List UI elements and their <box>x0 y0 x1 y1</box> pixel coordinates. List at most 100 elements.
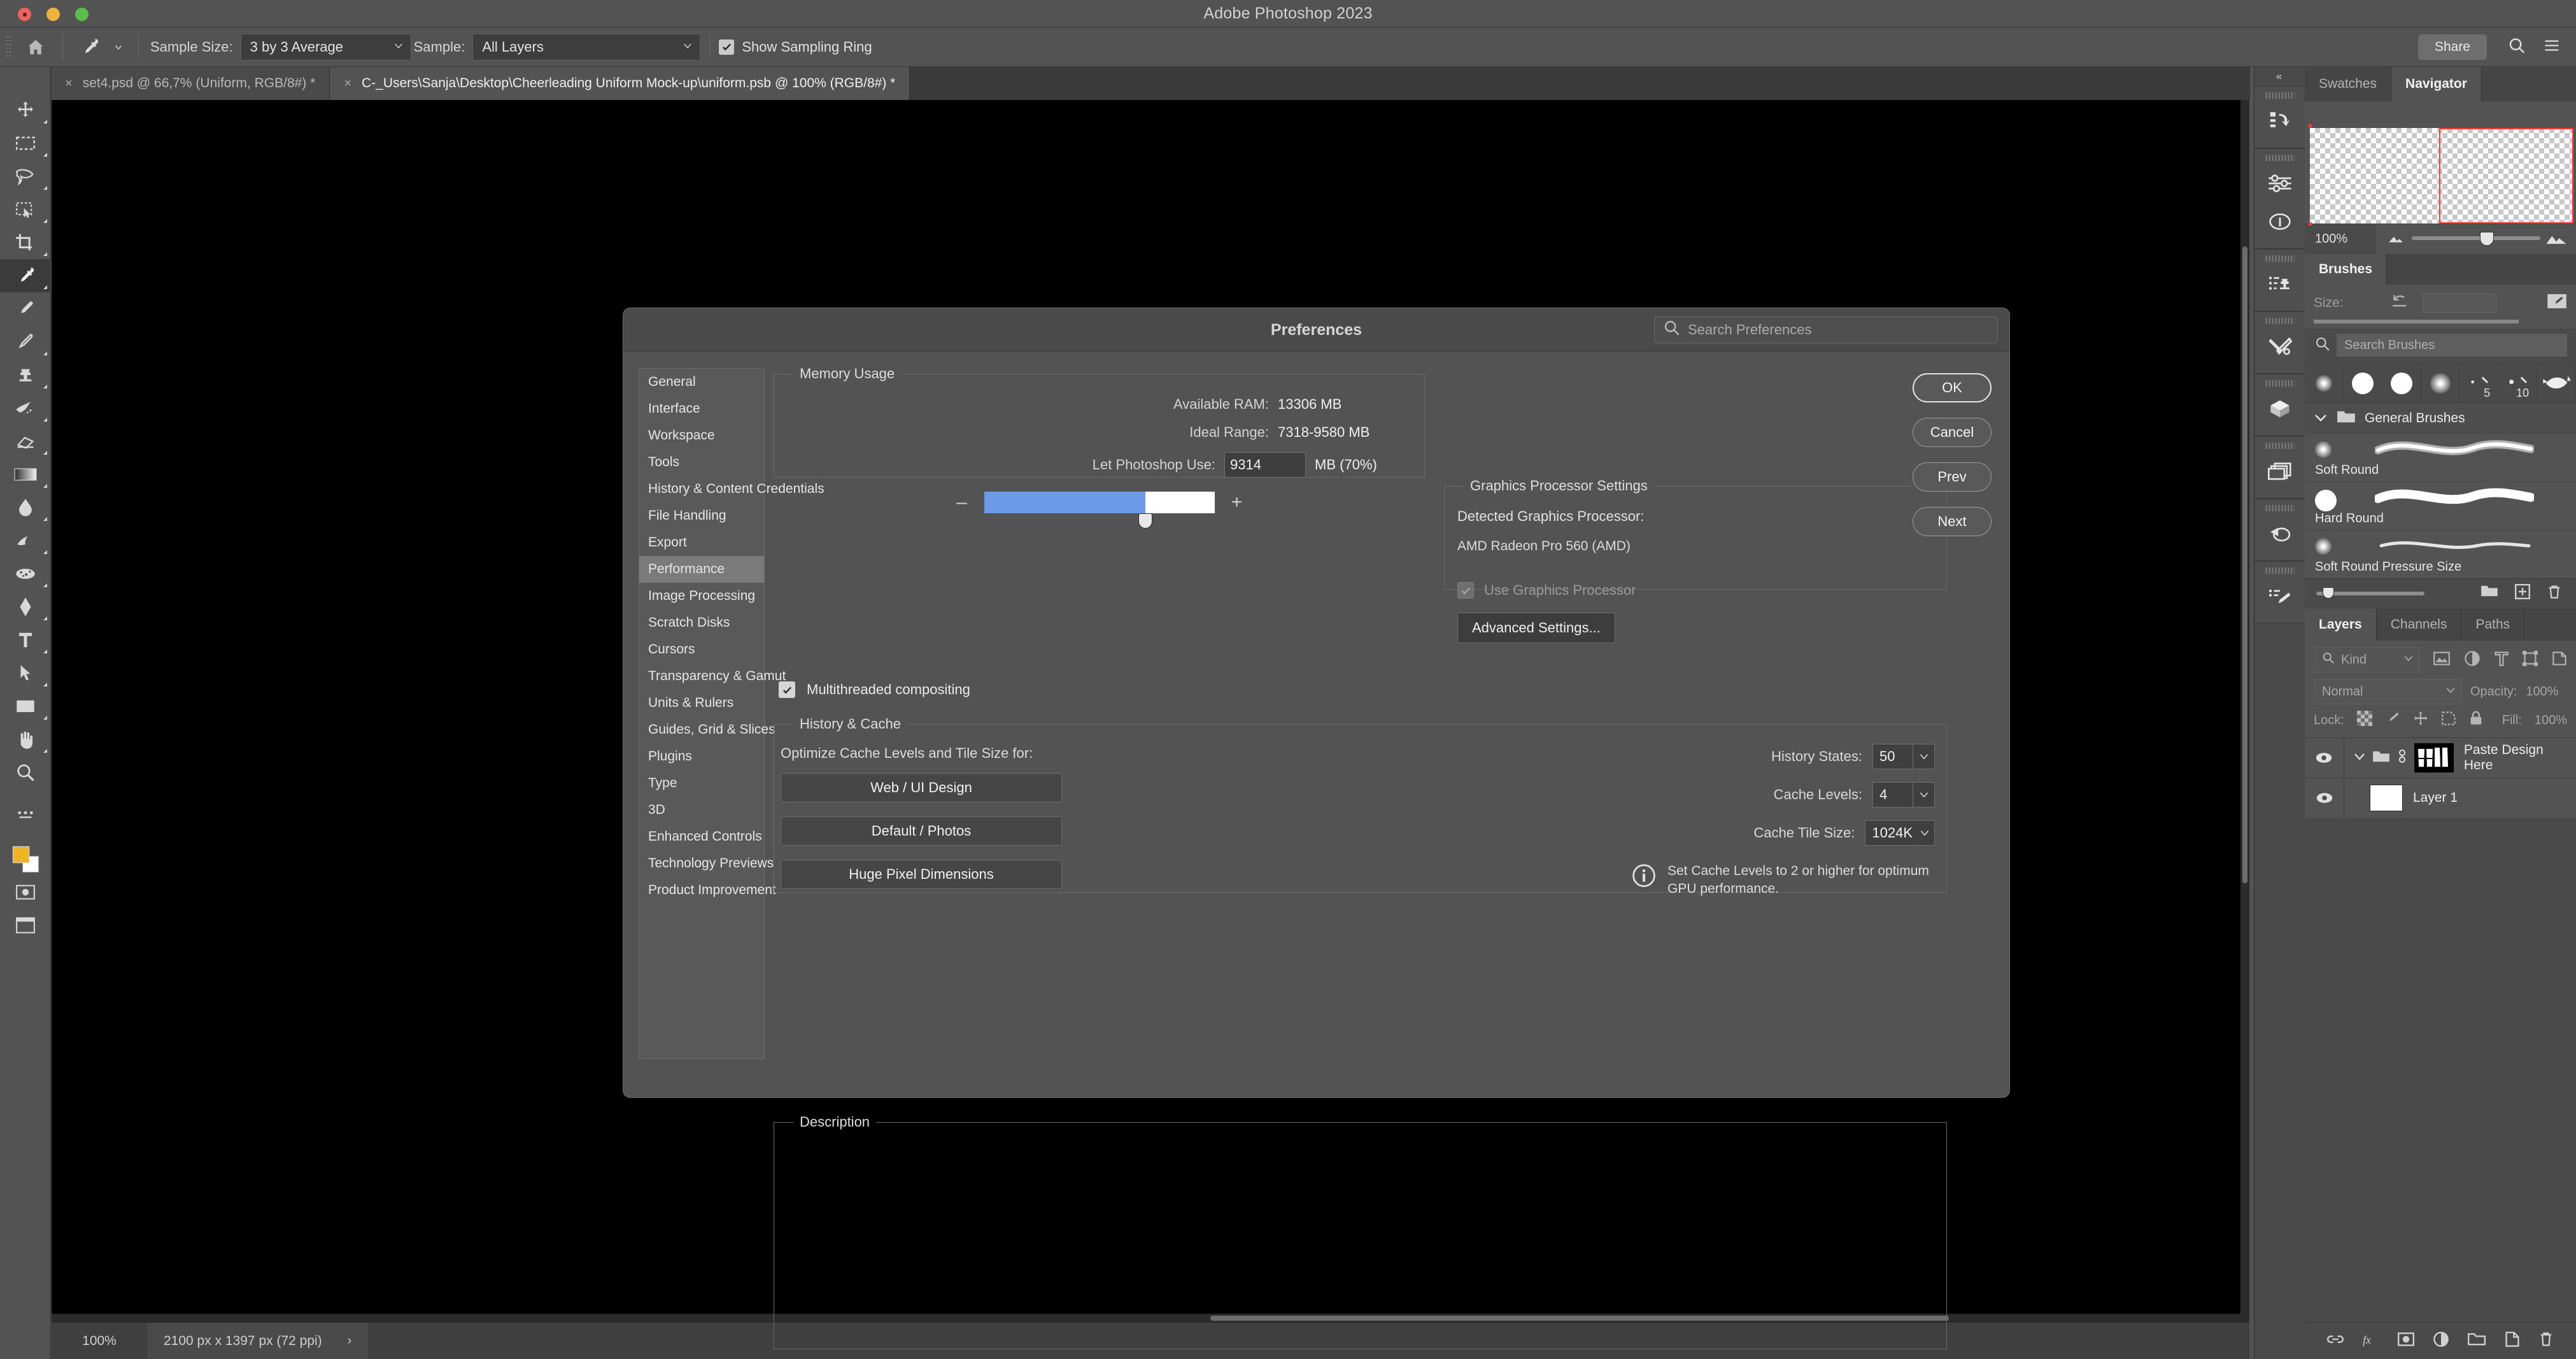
blend-mode-select[interactable]: Normal <box>2314 679 2461 704</box>
close-icon[interactable]: × <box>65 76 73 91</box>
tab-channels[interactable]: Channels <box>2376 609 2462 641</box>
status-expand-icon[interactable]: › <box>348 1334 352 1348</box>
cache-levels-select[interactable]: 4 <box>1872 782 1935 808</box>
brush-list-item[interactable]: Soft Round <box>2305 433 2576 481</box>
preset-web-ui-design-button[interactable]: Web / UI Design <box>781 773 1062 802</box>
collapse-panels-button[interactable]: « <box>2254 67 2305 86</box>
brush-group-general-brushes[interactable]: General Brushes <box>2305 402 2576 433</box>
hand-tool-icon[interactable] <box>0 723 51 756</box>
brush-size-input[interactable] <box>2422 293 2496 313</box>
type-layer-filter-icon[interactable] <box>2495 651 2509 669</box>
layer-thumbnail[interactable] <box>2414 743 2454 772</box>
rail-drag-handle[interactable] <box>2265 317 2295 325</box>
sidebar-item-units-rulers[interactable]: Units & Rulers <box>639 690 764 716</box>
layer-visibility-toggle[interactable] <box>2305 778 2344 818</box>
preset-default-photos-button[interactable]: Default / Photos <box>781 816 1062 846</box>
move-tool-icon[interactable] <box>0 94 51 127</box>
ok-button[interactable]: OK <box>1913 373 1992 402</box>
brush-thumb[interactable] <box>2382 364 2421 402</box>
tab-swatches[interactable]: Swatches <box>2305 67 2392 101</box>
cache-tile-size-select[interactable]: 1024K <box>1865 820 1935 846</box>
brush-thumb[interactable] <box>2421 364 2460 402</box>
status-zoom-level[interactable]: 100% <box>52 1333 147 1349</box>
delete-brush-icon[interactable] <box>2547 584 2562 602</box>
history-brush-tool-icon[interactable] <box>0 392 51 425</box>
lock-all-icon[interactable] <box>2469 711 2483 730</box>
sidebar-item-transparency-gamut[interactable]: Transparency & Gamut <box>639 663 786 690</box>
document-tab-set4[interactable]: × set4.psd @ 66,7% (Uniform, RGB/8#) * <box>51 67 330 100</box>
memory-slider-knob[interactable] <box>1138 513 1152 529</box>
zoom-out-mountain-icon[interactable] <box>2388 233 2404 246</box>
sidebar-item-tools[interactable]: Tools <box>639 449 764 476</box>
smart-object-filter-icon[interactable] <box>2552 651 2567 669</box>
navigator-zoom-slider[interactable] <box>2376 224 2576 254</box>
preset-huge-pixel-dimensions-button[interactable]: Huge Pixel Dimensions <box>781 860 1062 889</box>
opacity-value[interactable]: 100% <box>2526 685 2558 699</box>
type-tool-icon[interactable] <box>0 623 51 657</box>
document-tab-uniform[interactable]: × C-_Users\Sanja\Desktop\Cheerleading Un… <box>330 67 910 100</box>
new-layer-icon[interactable] <box>2505 1331 2520 1351</box>
layer-comps-icon[interactable] <box>2254 452 2305 490</box>
fill-value[interactable]: 100% <box>2535 713 2567 728</box>
shape-layer-filter-icon[interactable] <box>2523 650 2538 669</box>
close-icon[interactable]: × <box>344 76 351 91</box>
eyedropper-options-chevron-icon[interactable] <box>108 32 129 62</box>
cancel-button[interactable]: Cancel <box>1913 418 1992 447</box>
show-sampling-ring-checkbox[interactable]: Show Sampling Ring <box>719 39 872 55</box>
brush-search-input[interactable]: Search Brushes <box>2337 334 2567 357</box>
multithreaded-compositing-checkbox[interactable]: Multithreaded compositing <box>779 681 970 698</box>
tab-brushes[interactable]: Brushes <box>2305 254 2388 285</box>
sidebar-item-performance[interactable]: Performance <box>639 556 764 583</box>
memory-slider-track[interactable] <box>984 492 1215 529</box>
gradient-tool-icon[interactable] <box>0 458 51 491</box>
eyedropper-tool-icon[interactable] <box>0 259 51 292</box>
edit-toolbar-icon[interactable] <box>0 799 51 832</box>
hamburger-menu-icon[interactable] <box>2543 36 2561 57</box>
chevron-down-icon[interactable] <box>2314 411 2328 426</box>
brush-size-slider[interactable] <box>2314 320 2519 324</box>
sample-select[interactable]: All Layers <box>472 33 701 60</box>
sidebar-item-file-handling[interactable]: File Handling <box>639 502 764 529</box>
new-group-icon[interactable] <box>2468 1332 2486 1349</box>
canvas-vertical-scrollbar[interactable] <box>2240 100 2249 1323</box>
zoom-tool-icon[interactable] <box>0 756 51 789</box>
navigator-view-box[interactable] <box>2438 128 2573 224</box>
brush-thumb[interactable] <box>2537 364 2576 402</box>
sidebar-item-general[interactable]: General <box>639 369 764 395</box>
layer-visibility-toggle[interactable] <box>2305 738 2344 778</box>
tools-icon[interactable] <box>2254 327 2305 366</box>
add-mask-icon[interactable] <box>2397 1332 2414 1350</box>
reset-arrow-icon[interactable] <box>2392 294 2409 311</box>
layer-filter-kind-select[interactable]: Kind <box>2314 647 2419 672</box>
use-graphics-processor-checkbox[interactable]: Use Graphics Processor <box>1457 582 1934 599</box>
zoom-in-mountain-icon[interactable] <box>2545 232 2567 248</box>
lock-artboard-icon[interactable] <box>2441 711 2456 730</box>
search-icon[interactable] <box>2507 36 2526 58</box>
brush-thumb[interactable] <box>2305 364 2344 402</box>
adjustments-icon[interactable] <box>2254 164 2305 203</box>
history-undo-icon[interactable] <box>2254 102 2305 140</box>
sidebar-item-technology-previews[interactable]: Technology Previews <box>639 850 774 877</box>
spot-healing-brush-tool-icon[interactable] <box>0 292 51 325</box>
rail-drag-handle[interactable] <box>2265 567 2295 574</box>
preferences-search-input[interactable]: Search Preferences <box>1654 317 1998 343</box>
table-row[interactable]: Layer 1 <box>2305 778 2576 818</box>
lock-image-pixels-icon[interactable] <box>2385 711 2400 730</box>
link-icon[interactable] <box>2396 749 2408 767</box>
navigator-preview[interactable] <box>2305 101 2576 225</box>
brush-tool-icon[interactable] <box>0 325 51 359</box>
sidebar-item-enhanced-controls[interactable]: Enhanced Controls <box>639 823 764 850</box>
pen-tool-icon[interactable] <box>0 590 51 623</box>
sidebar-item-3d[interactable]: 3D <box>639 797 764 823</box>
home-icon[interactable] <box>18 32 53 62</box>
sidebar-item-product-improvement[interactable]: Product Improvement <box>639 877 776 904</box>
sidebar-item-scratch-disks[interactable]: Scratch Disks <box>639 609 764 636</box>
prev-button[interactable]: Prev <box>1913 462 1992 492</box>
screen-mode-icon[interactable] <box>0 909 51 942</box>
memory-increase-button[interactable]: + <box>1229 492 1245 513</box>
brush-list-item[interactable]: Hard Round <box>2305 481 2576 530</box>
history-states-select[interactable]: 50 <box>1872 744 1935 769</box>
3d-cube-icon[interactable] <box>2254 390 2305 428</box>
table-row[interactable]: Paste Design Here <box>2305 737 2576 778</box>
rail-drag-handle[interactable] <box>2265 92 2295 99</box>
